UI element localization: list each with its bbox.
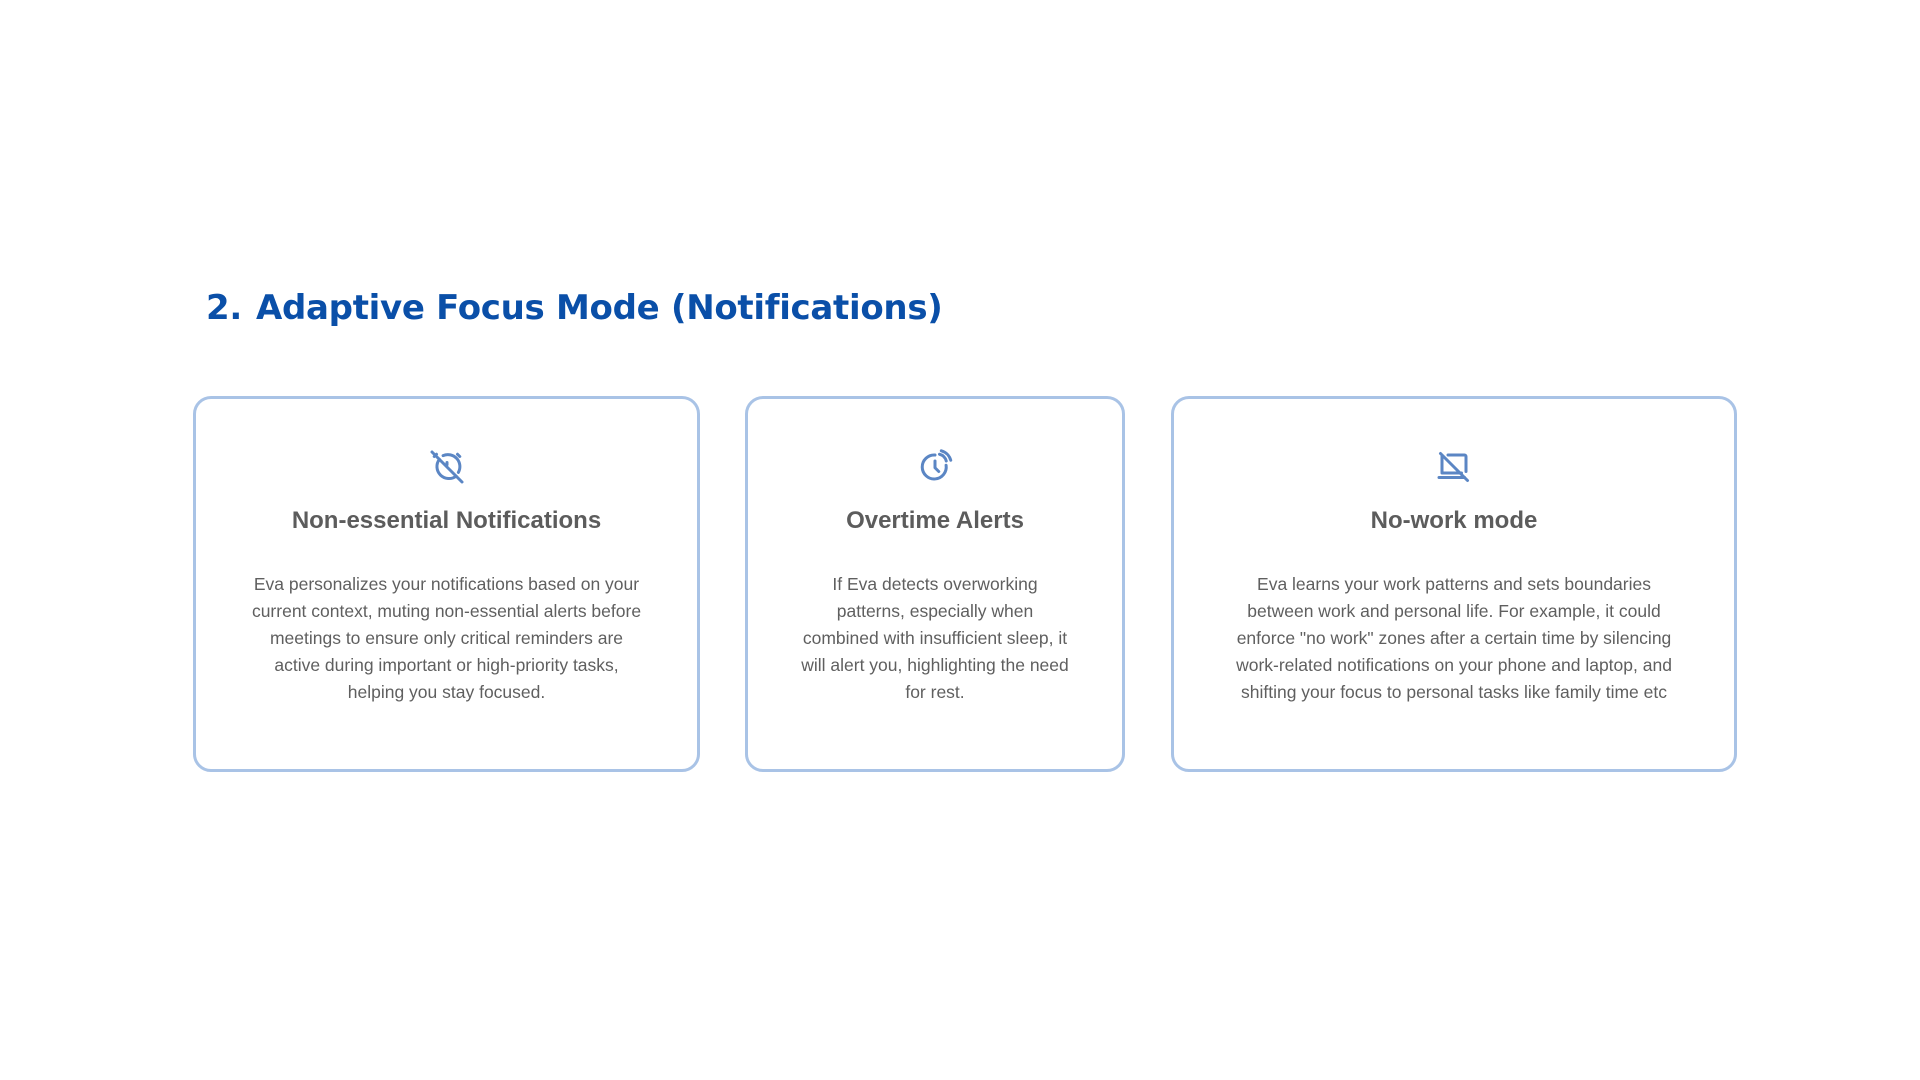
- card-description: Eva personalizes your notifications base…: [251, 574, 642, 702]
- slide-page: 2. Adaptive Focus Mode (Notifications) No…: [0, 0, 1920, 1080]
- card-description: Eva learns your work patterns and sets b…: [1236, 574, 1672, 702]
- feature-card-overtime-alerts: Overtime Alerts If Eva detects overworki…: [745, 396, 1125, 772]
- alarm-off-icon: [429, 449, 465, 485]
- clock-alert-icon: [917, 449, 953, 485]
- section-heading: 2. Adaptive Focus Mode (Notifications): [206, 288, 943, 328]
- section-number: 2.: [206, 288, 242, 328]
- card-title: Overtime Alerts: [846, 507, 1024, 534]
- section-title: Adaptive Focus Mode (Notifications): [255, 288, 943, 328]
- laptop-off-icon: [1436, 449, 1472, 485]
- feature-card-no-work-mode: No-work mode Eva learns your work patter…: [1171, 396, 1737, 772]
- card-description: If Eva detects overworking patterns, esp…: [801, 574, 1069, 702]
- card-title: Non-essential Notifications: [291, 507, 602, 534]
- card-title: No-work mode: [1370, 507, 1538, 534]
- feature-card-non-essential-notifications: Non-essential Notifications Eva personal…: [193, 396, 700, 772]
